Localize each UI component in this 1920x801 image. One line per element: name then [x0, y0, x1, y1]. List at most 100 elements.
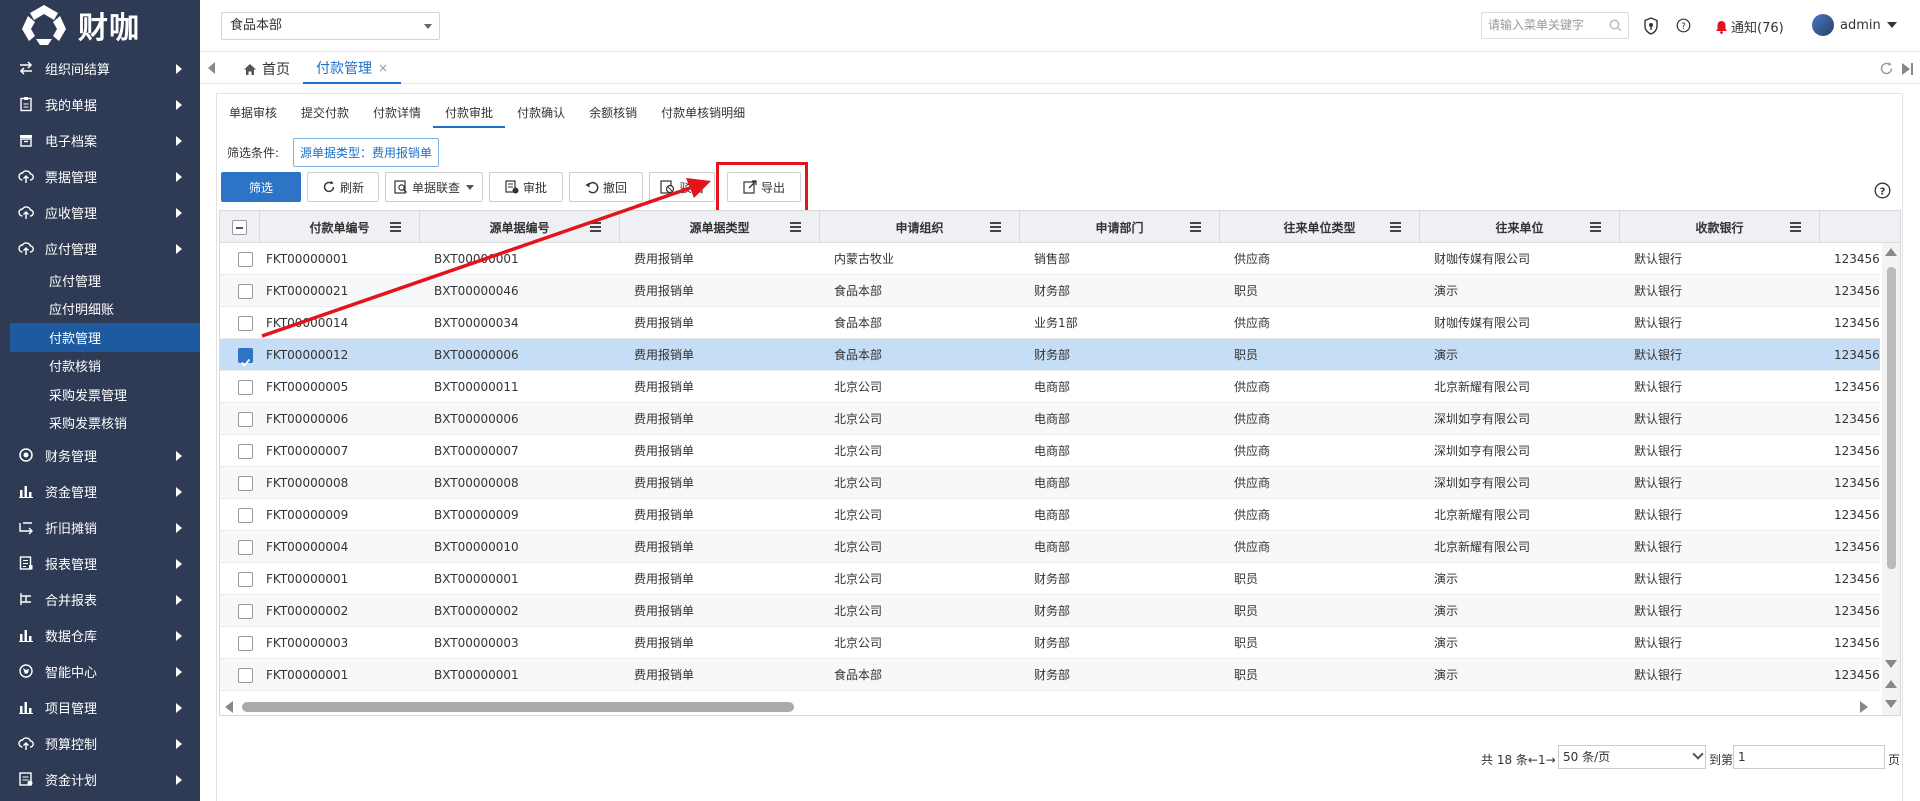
row-checkbox[interactable]: [238, 251, 253, 267]
row-checkbox[interactable]: [238, 667, 253, 683]
column-menu-icon[interactable]: [390, 222, 401, 234]
table-row[interactable]: FKT00000009 BXT00000009 费用报销单 北京公司 电商部 供应商 北京新…: [220, 499, 1880, 531]
sidebar-item-items1[interactable]: 我的单据: [0, 86, 200, 122]
sidebar-subitem[interactable]: 付款管理: [10, 323, 200, 352]
vertical-scroll-thumb[interactable]: [1887, 267, 1896, 569]
subtab[interactable]: 付款详情: [361, 102, 433, 128]
row-checkbox[interactable]: [238, 443, 253, 459]
sidebar-item-items_after1[interactable]: 资金管理: [0, 473, 200, 509]
sidebar-item-items_after0[interactable]: 财务管理: [0, 437, 200, 473]
column-menu-icon[interactable]: [1790, 222, 1801, 234]
tab-payment-management[interactable]: 付款管理 ×: [303, 54, 402, 84]
scroll-down-icon[interactable]: [1885, 660, 1897, 668]
vertical-scrollbar[interactable]: [1882, 243, 1900, 715]
sidebar-subitem[interactable]: 付款核销: [0, 352, 200, 381]
sidebar-item-items_after3[interactable]: 报表管理: [0, 545, 200, 581]
sidebar-subitem[interactable]: 采购发票核销: [0, 409, 200, 438]
column-header[interactable]: 收: [1820, 211, 1900, 243]
row-checkbox[interactable]: [238, 283, 253, 299]
column-header[interactable]: 往来单位: [1420, 211, 1620, 243]
subtab[interactable]: 单据审核: [217, 102, 289, 128]
shield-icon[interactable]: [1643, 17, 1659, 35]
column-menu-icon[interactable]: [1390, 222, 1401, 234]
row-checkbox[interactable]: [238, 539, 253, 555]
table-row[interactable]: FKT00000001 BXT00000001 费用报销单 内蒙古牧业 销售部 供应商 财咖…: [220, 243, 1880, 275]
column-header[interactable]: 收款银行: [1620, 211, 1820, 243]
table-row[interactable]: FKT00000014 BXT00000034 费用报销单 食品本部 业务1部 供应商 财咖…: [220, 307, 1880, 339]
table-row[interactable]: FKT00000002 BXT00000002 费用报销单 北京公司 财务部 职员 演示 默认…: [220, 595, 1880, 627]
column-header[interactable]: 付款单编号: [260, 211, 420, 243]
sidebar-item-items2[interactable]: 电子档案: [0, 122, 200, 158]
sidebar-subitem[interactable]: 应付明细账: [0, 295, 200, 324]
scroll-up-icon[interactable]: [1885, 248, 1897, 256]
menu-search-input[interactable]: 请输入菜单关键字: [1481, 12, 1629, 39]
table-row[interactable]: FKT00000004 BXT00000010 费用报销单 北京公司 电商部 供应商 北京新…: [220, 531, 1880, 563]
goto-page-input[interactable]: 1: [1733, 745, 1885, 769]
scroll-left-icon[interactable]: [225, 701, 233, 713]
sidebar-item-items4[interactable]: 应收管理: [0, 194, 200, 230]
scroll-up-icon[interactable]: [1885, 680, 1897, 688]
horizontal-scrollbar[interactable]: [219, 698, 1901, 716]
column-header[interactable]: 源单据编号: [420, 211, 620, 243]
table-row[interactable]: FKT00000001 BXT00000001 费用报销单 北京公司 财务部 职员 演示 默认…: [220, 563, 1880, 595]
column-menu-icon[interactable]: [990, 222, 1001, 234]
sidebar-item-items_after9[interactable]: 资金计划: [0, 761, 200, 797]
sidebar-subitem[interactable]: 采购发票管理: [0, 380, 200, 409]
notification-button[interactable]: 通知(76): [1715, 17, 1784, 36]
table-row[interactable]: FKT00000003 BXT00000003 费用报销单 北京公司 财务部 职员 演示 默认…: [220, 627, 1880, 659]
subtab[interactable]: 付款审批: [433, 102, 506, 128]
close-icon[interactable]: ×: [378, 61, 388, 75]
sidebar-item-items0[interactable]: 组织间结算: [0, 50, 200, 86]
sidebar-item-items_after7[interactable]: 项目管理: [0, 689, 200, 725]
tab-home[interactable]: 首页: [230, 54, 303, 84]
table-row[interactable]: FKT00000012 BXT00000006 费用报销单 食品本部 财务部 职员 演示 默认…: [220, 339, 1880, 371]
subtab[interactable]: 付款单核销明细: [649, 102, 757, 128]
scroll-right-icon[interactable]: [1860, 701, 1868, 713]
withdraw-button[interactable]: 撤回: [569, 172, 643, 202]
refresh-button[interactable]: 刷新: [307, 172, 379, 202]
help-circle-icon[interactable]: ?: [1676, 18, 1691, 33]
column-header[interactable]: 源单据类型: [620, 211, 820, 243]
row-checkbox[interactable]: [238, 635, 253, 651]
column-menu-icon[interactable]: [790, 222, 801, 234]
column-header[interactable]: 申请部门: [1020, 211, 1220, 243]
table-row[interactable]: FKT00000006 BXT00000006 费用报销单 北京公司 电商部 供应商 深圳如…: [220, 403, 1880, 435]
column-menu-icon[interactable]: [1590, 222, 1601, 234]
subtab[interactable]: 付款确认: [505, 102, 577, 128]
sidebar-item-items_after6[interactable]: 智能中心: [0, 653, 200, 689]
org-select[interactable]: 食品本部: [221, 12, 440, 40]
table-row[interactable]: FKT00000005 BXT00000011 费用报销单 北京公司 电商部 供应商 北京新…: [220, 371, 1880, 403]
table-row[interactable]: FKT00000021 BXT00000046 费用报销单 食品本部 财务部 职员 演示 默认…: [220, 275, 1880, 307]
filter-chip[interactable]: 源单据类型：费用报销单: [293, 138, 440, 167]
row-checkbox[interactable]: [238, 411, 253, 427]
column-header[interactable]: 申请组织: [820, 211, 1020, 243]
sidebar-item-items_after2[interactable]: 折旧摊销: [0, 509, 200, 545]
help-circle-icon[interactable]: ?: [1874, 182, 1891, 199]
subtab[interactable]: 提交付款: [289, 102, 361, 128]
sidebar-item-items_after8[interactable]: 预算控制: [0, 725, 200, 761]
subtab[interactable]: 余额核销: [577, 102, 649, 128]
sidebar-item-items_after4[interactable]: 合并报表: [0, 581, 200, 617]
sidebar-subitem[interactable]: 应付管理: [0, 266, 200, 295]
row-checkbox[interactable]: [238, 507, 253, 523]
select-all-checkbox[interactable]: [232, 219, 247, 235]
pagination-summary[interactable]: 共 18 条←1→: [1481, 751, 1556, 768]
search-icon[interactable]: [1609, 19, 1622, 32]
sidebar-item-items5[interactable]: 应付管理: [0, 230, 200, 266]
row-checkbox[interactable]: [238, 315, 253, 331]
reload-icon[interactable]: [1879, 61, 1894, 76]
row-checkbox[interactable]: [238, 475, 253, 491]
table-row[interactable]: FKT00000007 BXT00000007 费用报销单 北京公司 电商部 供应商 深圳如…: [220, 435, 1880, 467]
reject-button[interactable]: 驳回: [649, 172, 715, 202]
page-size-select[interactable]: 50 条/页: [1558, 745, 1706, 769]
linked-query-button[interactable]: 单据联查: [385, 172, 483, 202]
sidebar-item-items3[interactable]: 票据管理: [0, 158, 200, 194]
column-menu-icon[interactable]: [1190, 222, 1201, 234]
table-row[interactable]: FKT00000001 BXT00000001 费用报销单 食品本部 财务部 职员 演示 默认…: [220, 659, 1880, 691]
user-menu[interactable]: admin: [1812, 14, 1897, 36]
horizontal-scroll-thumb[interactable]: [242, 702, 794, 712]
filter-button[interactable]: 筛选: [221, 172, 301, 202]
tab-scroll-left-icon[interactable]: [208, 62, 215, 74]
row-checkbox[interactable]: [238, 603, 253, 619]
approve-button[interactable]: 审批: [489, 172, 563, 202]
